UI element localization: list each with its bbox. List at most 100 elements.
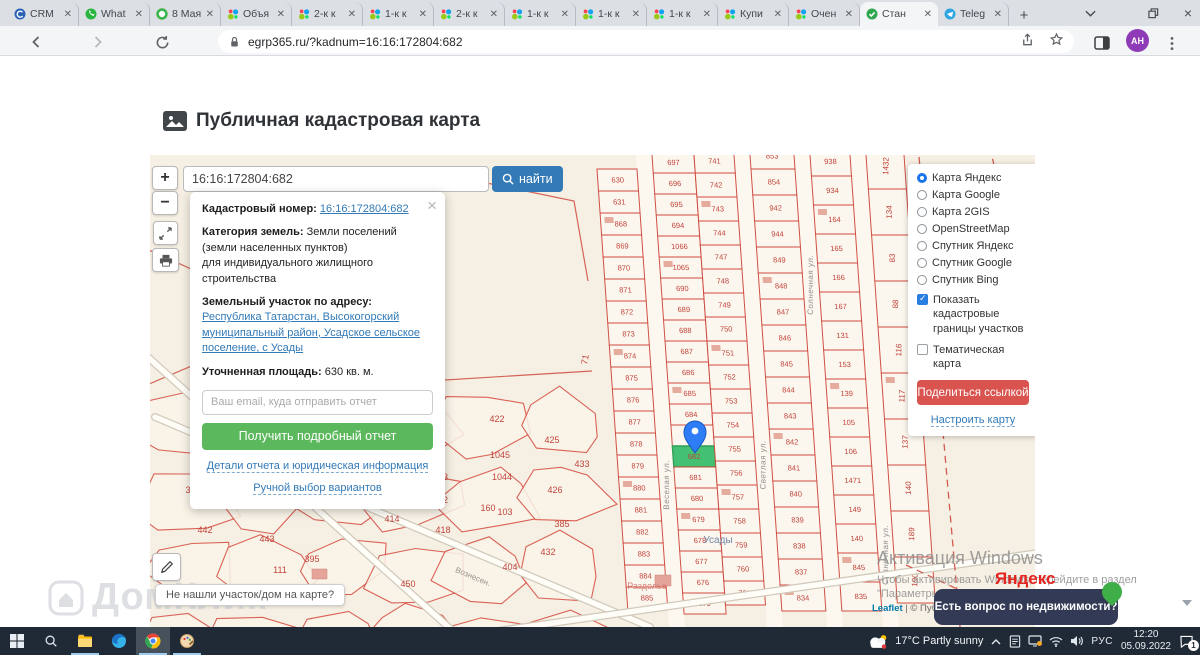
language-indicator[interactable]: РУС [1091, 636, 1113, 647]
tab-close-icon[interactable]: ✕ [135, 9, 143, 20]
browser-tab[interactable]: 1-к к ✕ [647, 2, 718, 26]
print-button[interactable] [152, 248, 179, 272]
draw-parcel-button[interactable] [152, 553, 181, 581]
edge-icon[interactable] [102, 627, 136, 655]
tab-close-icon[interactable]: ✕ [632, 9, 640, 20]
tab-close-icon[interactable]: ✕ [561, 9, 569, 20]
manual-options-link[interactable]: Ручной выбор вариантов [253, 482, 382, 496]
tab-close-icon[interactable]: ✕ [64, 9, 72, 20]
chat-collapse-icon[interactable] [1182, 600, 1192, 606]
get-report-button[interactable]: Получить подробный отчет [202, 422, 433, 450]
not-found-tooltip[interactable]: Не нашли участок/дом на карте? [155, 584, 346, 606]
checkbox-icon[interactable] [917, 343, 928, 355]
svg-text:838: 838 [793, 542, 806, 551]
paint-icon[interactable] [170, 627, 204, 655]
weather-widget[interactable]: 17°C Partly sunny [867, 633, 983, 650]
checkbox-icon[interactable] [917, 293, 928, 305]
tab-close-icon[interactable]: ✕ [845, 9, 853, 20]
report-details-link[interactable]: Детали отчета и юридическая информация [206, 459, 429, 473]
browser-tab[interactable]: CRM ✕ [8, 2, 79, 26]
layer-checkbox-row[interactable]: Показать кадастровые границы участков [917, 293, 1029, 336]
browser-tab[interactable]: 1-к к ✕ [363, 2, 434, 26]
network-tray-icon[interactable] [1049, 636, 1063, 647]
forward-icon[interactable] [88, 32, 108, 52]
browser-tab[interactable]: 2-к к ✕ [292, 2, 363, 26]
layer-option[interactable]: Карта 2GIS [917, 206, 1029, 218]
tab-close-icon[interactable]: ✕ [277, 9, 285, 20]
browser-tab[interactable]: 1-к к ✕ [505, 2, 576, 26]
start-button[interactable] [0, 627, 34, 655]
tab-close-icon[interactable]: ✕ [924, 9, 932, 20]
browser-tab[interactable]: Teleg ✕ [938, 2, 1009, 26]
browser-tab[interactable]: 8 Мая ✕ [150, 2, 221, 26]
chat-widget[interactable]: Есть вопрос по недвижимости? [934, 577, 1127, 625]
layer-checkbox-row[interactable]: Тематическая карта [917, 343, 1029, 372]
profile-avatar[interactable]: АН [1126, 29, 1149, 52]
find-button[interactable]: найти [492, 166, 563, 192]
radio-icon[interactable] [917, 224, 927, 234]
layer-option[interactable]: Спутник Google [917, 257, 1029, 269]
browser-tab[interactable]: Очен ✕ [789, 2, 860, 26]
layer-option[interactable]: Спутник Bing [917, 274, 1029, 286]
browser-tab[interactable]: What ✕ [79, 2, 150, 26]
close-icon[interactable]: × [427, 194, 437, 218]
volume-tray-icon[interactable] [1070, 635, 1084, 647]
svg-text:676: 676 [696, 578, 709, 587]
fullscreen-button[interactable] [153, 221, 178, 245]
layer-option[interactable]: Спутник Яндекс [917, 240, 1029, 252]
tab-close-icon[interactable]: ✕ [206, 9, 214, 20]
layer-option[interactable]: Карта Яндекс [917, 172, 1029, 184]
browser-tab[interactable]: 2-к к ✕ [434, 2, 505, 26]
layer-option[interactable]: Карта Google [917, 189, 1029, 201]
browser-tab[interactable]: 1-к к ✕ [576, 2, 647, 26]
browser-tab[interactable]: Стан ✕ [860, 2, 938, 26]
tab-close-icon[interactable]: ✕ [419, 9, 427, 20]
tab-close-icon[interactable]: ✕ [703, 9, 711, 20]
side-panel-icon[interactable] [1092, 33, 1112, 53]
tray-expand-icon[interactable] [991, 632, 1001, 650]
share-link-button[interactable]: Поделиться ссылкой [917, 380, 1029, 406]
document-tray-icon[interactable] [1009, 634, 1021, 648]
share-icon[interactable] [1020, 32, 1035, 52]
bookmark-star-icon[interactable] [1049, 32, 1064, 52]
cadastral-search-input[interactable] [183, 166, 489, 192]
tab-close-icon[interactable]: ✕ [490, 9, 498, 20]
zoom-in-button[interactable]: + [152, 166, 178, 190]
address-link[interactable]: Республика Татарстан, Высокогорский муни… [202, 311, 420, 354]
layer-option[interactable]: OpenStreetMap [917, 223, 1029, 235]
configure-map-link[interactable]: Настроить карту [930, 414, 1016, 428]
taskbar-clock[interactable]: 12:20 05.09.2022 [1121, 629, 1171, 654]
radio-icon[interactable] [917, 275, 927, 285]
file-explorer-icon[interactable] [68, 627, 102, 655]
back-icon[interactable] [26, 32, 46, 52]
tab-close-icon[interactable]: ✕ [994, 9, 1002, 20]
reload-icon[interactable] [152, 32, 172, 52]
chrome-icon[interactable] [136, 627, 170, 655]
notification-center-icon[interactable]: 1 [1179, 635, 1199, 651]
browser-tab[interactable]: Купи ✕ [718, 2, 789, 26]
svg-text:395: 395 [304, 554, 319, 564]
radio-icon[interactable] [917, 173, 927, 183]
radio-icon[interactable] [917, 207, 927, 217]
address-bar[interactable]: egrp365.ru/?kadnum=16:16:172804:682 [218, 30, 1074, 53]
tab-search-chevron-icon[interactable] [1078, 0, 1102, 26]
window-close-icon[interactable]: × [1175, 0, 1200, 26]
tab-close-icon[interactable]: ✕ [348, 9, 356, 20]
taskbar-search-icon[interactable] [34, 627, 68, 655]
menu-dots-icon[interactable] [1162, 33, 1182, 53]
browser-tab[interactable]: Объя ✕ [221, 2, 292, 26]
email-input[interactable] [202, 389, 433, 415]
svg-text:164: 164 [828, 215, 841, 224]
tab-close-icon[interactable]: ✕ [774, 9, 782, 20]
radio-icon[interactable] [917, 241, 927, 251]
svg-text:140: 140 [850, 534, 863, 543]
svg-text:Веселая ул.: Веселая ул. [662, 460, 671, 510]
display-tray-icon[interactable] [1028, 635, 1043, 647]
radio-icon[interactable] [917, 258, 927, 268]
cadastral-number-link[interactable]: 16:16:172804:682 [320, 203, 409, 215]
new-tab-button[interactable]: + [1013, 4, 1035, 26]
svg-text:426: 426 [547, 485, 562, 495]
window-restore-icon[interactable] [1140, 0, 1166, 26]
zoom-out-button[interactable]: − [152, 191, 178, 215]
radio-icon[interactable] [917, 190, 927, 200]
